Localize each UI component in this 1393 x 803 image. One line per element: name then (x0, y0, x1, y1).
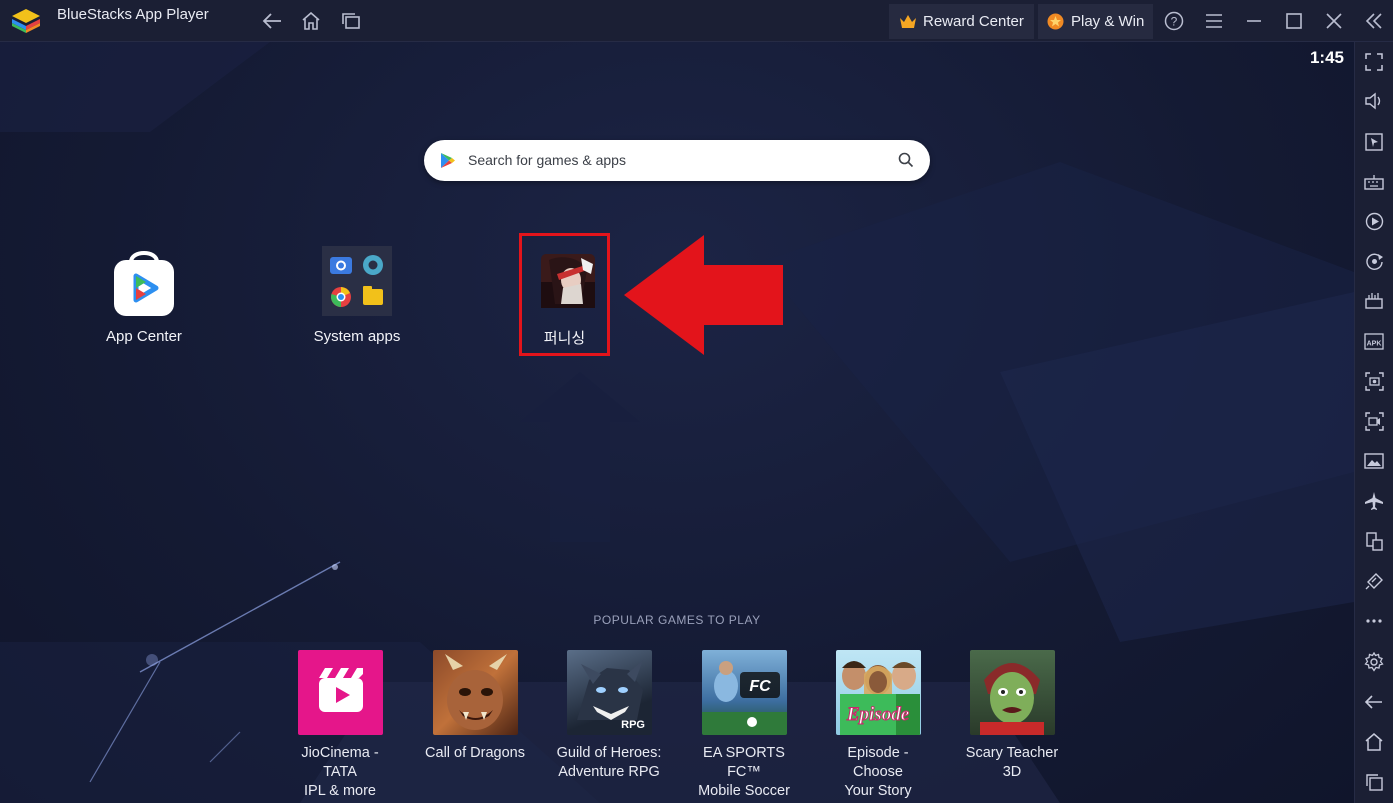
record-icon[interactable] (1363, 410, 1385, 432)
game-jiocinema[interactable]: JioCinema - TATA IPL & more (285, 650, 395, 801)
game-title-line1: Episode - Choose (847, 745, 909, 780)
ea-sports-fc-icon: FC (701, 650, 787, 735)
game-title-line1: Scary Teacher 3D (965, 745, 1059, 780)
google-play-icon (440, 152, 456, 169)
more-icon[interactable] (1363, 610, 1385, 632)
screenshot-icon[interactable] (1363, 370, 1385, 392)
episode-badge: Episode (845, 704, 909, 725)
system-apps-folder-icon (322, 246, 392, 316)
help-icon[interactable]: ? (1163, 10, 1185, 32)
system-apps-folder[interactable]: System apps (307, 242, 407, 352)
status-clock: 1:45 (1309, 48, 1344, 67)
red-pointer-arrow-icon (622, 234, 784, 357)
scary-teacher-icon (969, 650, 1055, 735)
multi-instance-icon[interactable] (1363, 530, 1385, 552)
apk-icon[interactable]: APK (1363, 330, 1385, 352)
volume-icon[interactable] (1363, 90, 1385, 112)
minimize-icon[interactable] (1243, 10, 1265, 32)
window-title: BlueStacks App Player (57, 6, 209, 23)
game-title-line2: Adventure RPG (558, 764, 660, 780)
reward-center-label: Reward Center (923, 13, 1024, 30)
play-win-label: Play & Win (1071, 13, 1145, 30)
performance-icon[interactable] (1363, 290, 1385, 312)
macro-play-icon[interactable] (1363, 210, 1385, 232)
search-placeholder: Search for games & apps (468, 152, 626, 168)
rotate-sync-icon[interactable] (1363, 250, 1385, 272)
game-scary-teacher[interactable]: Scary Teacher 3D (957, 650, 1067, 782)
crown-icon (899, 14, 917, 29)
app-center-label: App Center (106, 328, 182, 345)
reward-center-button[interactable]: Reward Center (889, 4, 1034, 39)
back-icon[interactable] (1363, 691, 1385, 713)
airplane-icon[interactable] (1363, 490, 1385, 512)
recents-icon[interactable] (1363, 771, 1385, 793)
game-title-line2: IPL & more (304, 783, 376, 799)
game-title-line1: Call of Dragons (425, 745, 525, 761)
search-icon[interactable] (898, 152, 914, 168)
maximize-icon[interactable] (1283, 10, 1305, 32)
app-center-bag-icon (109, 244, 179, 316)
svg-text:?: ? (1171, 15, 1178, 29)
popular-games-header: POPULAR GAMES TO PLAY (593, 613, 761, 627)
right-sidebar: APK (1354, 42, 1393, 803)
eco-mode-icon[interactable] (1363, 569, 1385, 591)
bluestacks-logo-icon (11, 8, 41, 34)
android-home-screen: 1:45 Search for games & apps App Center … (0, 42, 1354, 803)
play-win-button[interactable]: Play & Win (1038, 4, 1153, 39)
keyboard-icon[interactable] (1363, 171, 1385, 193)
back-arrow-icon[interactable] (261, 10, 283, 32)
game-title-line2: Your Story (844, 783, 912, 799)
game-title-line2: Mobile Soccer (698, 783, 790, 799)
app-center-shortcut[interactable]: App Center (94, 242, 194, 352)
game-title-line1: Guild of Heroes: (556, 745, 662, 761)
play-win-coin-icon (1047, 13, 1064, 30)
rpg-badge: RPG (621, 719, 645, 731)
close-icon[interactable] (1323, 10, 1345, 32)
menu-icon[interactable] (1203, 10, 1225, 32)
search-bar[interactable]: Search for games & apps (424, 140, 930, 181)
cursor-icon[interactable] (1363, 131, 1385, 153)
highlight-annotation-box (519, 233, 610, 356)
episode-icon: Episode (835, 650, 921, 735)
system-apps-label: System apps (313, 328, 401, 345)
game-title-line1: JioCinema - TATA (301, 745, 379, 780)
game-episode[interactable]: Episode Episode - Choose Your Story (823, 650, 933, 801)
fullscreen-icon[interactable] (1363, 51, 1385, 73)
call-of-dragons-icon (432, 650, 518, 735)
collapse-sidebar-icon[interactable] (1363, 10, 1385, 32)
home-icon[interactable] (300, 10, 322, 32)
guild-of-heroes-icon: RPG (566, 650, 652, 735)
game-call-of-dragons[interactable]: Call of Dragons (420, 650, 530, 763)
fc-badge: FC (749, 678, 771, 695)
media-folder-icon[interactable] (1363, 450, 1385, 472)
settings-icon[interactable] (1363, 651, 1385, 673)
svg-text:APK: APK (1367, 341, 1382, 348)
title-bar: BlueStacks App Player Reward Center Play… (0, 0, 1393, 42)
game-title-line1: EA SPORTS FC™ (703, 745, 785, 780)
jiocinema-icon (297, 650, 383, 735)
multi-window-icon[interactable] (340, 10, 362, 32)
game-ea-sports-fc[interactable]: FC EA SPORTS FC™ Mobile Soccer (689, 650, 799, 801)
game-guild-of-heroes[interactable]: RPG Guild of Heroes: Adventure RPG (554, 650, 664, 782)
home-icon[interactable] (1363, 731, 1385, 753)
